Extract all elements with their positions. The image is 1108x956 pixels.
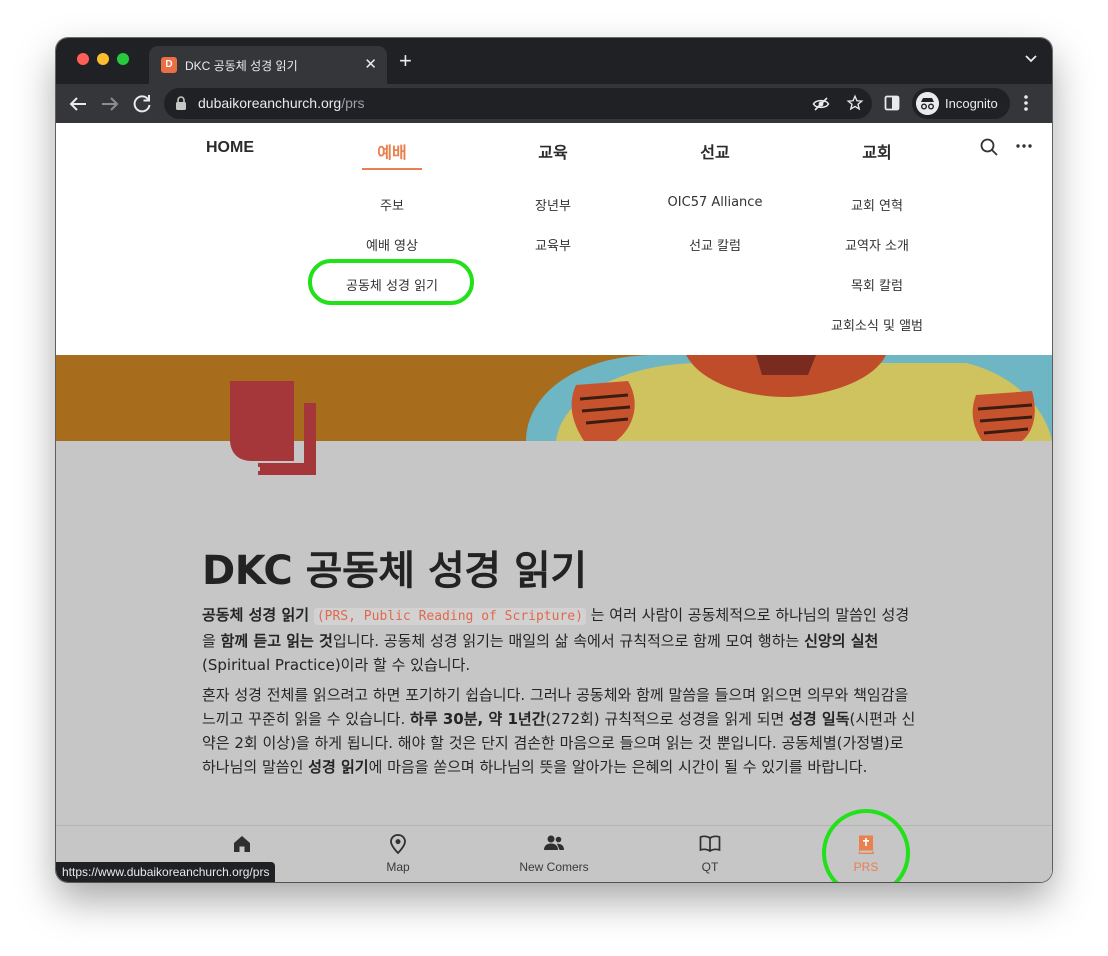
incognito-profile-button[interactable]: Incognito	[912, 88, 1010, 119]
submenu-oic57-alliance[interactable]: OIC57 Alliance	[668, 195, 763, 210]
zoom-window-button[interactable]	[117, 53, 129, 65]
open-book-icon	[699, 835, 721, 852]
minimize-window-button[interactable]	[97, 53, 109, 65]
address-bar[interactable]: dubaikoreanchurch.org/prs	[164, 88, 872, 119]
site-favicon-icon: D	[161, 57, 177, 73]
incognito-icon	[916, 92, 939, 115]
submenu-education-dept[interactable]: 교육부	[535, 235, 571, 254]
tab-close-icon[interactable]: ✕	[364, 54, 377, 74]
back-arrow-icon[interactable]	[66, 92, 90, 116]
more-options-icon[interactable]	[1015, 137, 1033, 155]
bottom-nav-map[interactable]: Map	[338, 826, 458, 882]
search-icon[interactable]	[979, 137, 999, 157]
eye-off-icon[interactable]	[812, 95, 830, 113]
forward-arrow-icon[interactable]	[98, 92, 122, 116]
lock-icon[interactable]	[175, 96, 187, 111]
tab-title: DKC 공동체 성경 읽기	[185, 59, 298, 73]
home-icon	[234, 836, 250, 852]
close-window-button[interactable]	[77, 53, 89, 65]
browser-tab[interactable]: D DKC 공동체 성경 읽기 ✕	[149, 46, 387, 84]
submenu-news-album[interactable]: 교회소식 및 앨범	[831, 315, 923, 334]
nav-active-underline	[362, 168, 422, 170]
page-viewport: HOME 예배 교육 선교 교회 주보 예배 영상 공동체 성경 읽기 장년부 …	[56, 123, 1052, 882]
nav-worship[interactable]: 예배	[377, 139, 406, 163]
nav-home[interactable]: HOME	[206, 139, 254, 157]
submenu-mission-column[interactable]: 선교 칼럼	[689, 235, 741, 254]
article-paragraph-2: 혼자 성경 전체를 읽으려고 하면 포기하기 쉽습니다. 그러나 공동체와 함께…	[202, 686, 916, 776]
mega-menu: HOME 예배 교육 선교 교회 주보 예배 영상 공동체 성경 읽기 장년부 …	[56, 123, 1052, 355]
bookmark-star-icon[interactable]	[846, 94, 864, 112]
browser-menu-icon[interactable]	[1022, 93, 1030, 113]
browser-window: D DKC 공동체 성경 읽기 ✕ + dubaikoreanchurch.or…	[56, 38, 1052, 882]
highlight-ring-prs-menu	[308, 259, 474, 305]
people-icon	[544, 835, 564, 850]
nav-church[interactable]: 교회	[862, 139, 891, 163]
nav-education[interactable]: 교육	[538, 139, 567, 163]
browser-toolbar: dubaikoreanchurch.org/prs Incognito	[56, 84, 1052, 123]
submenu-church-history[interactable]: 교회 연혁	[851, 195, 903, 214]
bottom-nav-qt[interactable]: QT	[650, 826, 770, 882]
link-status-bubble: https://www.dubaikoreanchurch.org/prs	[56, 862, 276, 882]
bottom-nav-new-comers[interactable]: New Comers	[494, 826, 614, 882]
new-tab-plus-icon[interactable]: +	[399, 48, 412, 74]
submenu-adult-dept[interactable]: 장년부	[535, 195, 571, 214]
submenu-pastoral-column[interactable]: 목회 칼럼	[851, 275, 903, 294]
article-paragraph-1: 공동체 성경 읽기 (PRS, Public Reading of Script…	[202, 606, 910, 674]
banner-illustration	[56, 355, 1052, 441]
submenu-pastors[interactable]: 교역자 소개	[845, 235, 909, 254]
url-text[interactable]: dubaikoreanchurch.org/prs	[198, 95, 365, 111]
article-title: DKC 공동체 성경 읽기	[202, 548, 587, 594]
nav-mission[interactable]: 선교	[700, 139, 729, 163]
reload-icon[interactable]	[130, 92, 154, 116]
map-pin-icon	[390, 834, 406, 854]
side-panel-icon[interactable]	[884, 95, 900, 111]
incognito-label: Incognito	[945, 96, 998, 111]
submenu-worship-video[interactable]: 예배 영상	[366, 235, 418, 254]
tab-search-chevron-icon[interactable]	[1024, 52, 1038, 66]
tab-strip: D DKC 공동체 성경 읽기 ✕ +	[56, 38, 1052, 84]
prs-code-term: (PRS, Public Reading of Scripture)	[313, 608, 586, 625]
submenu-bulletin[interactable]: 주보	[380, 195, 404, 214]
book-logo-icon	[230, 381, 316, 475]
